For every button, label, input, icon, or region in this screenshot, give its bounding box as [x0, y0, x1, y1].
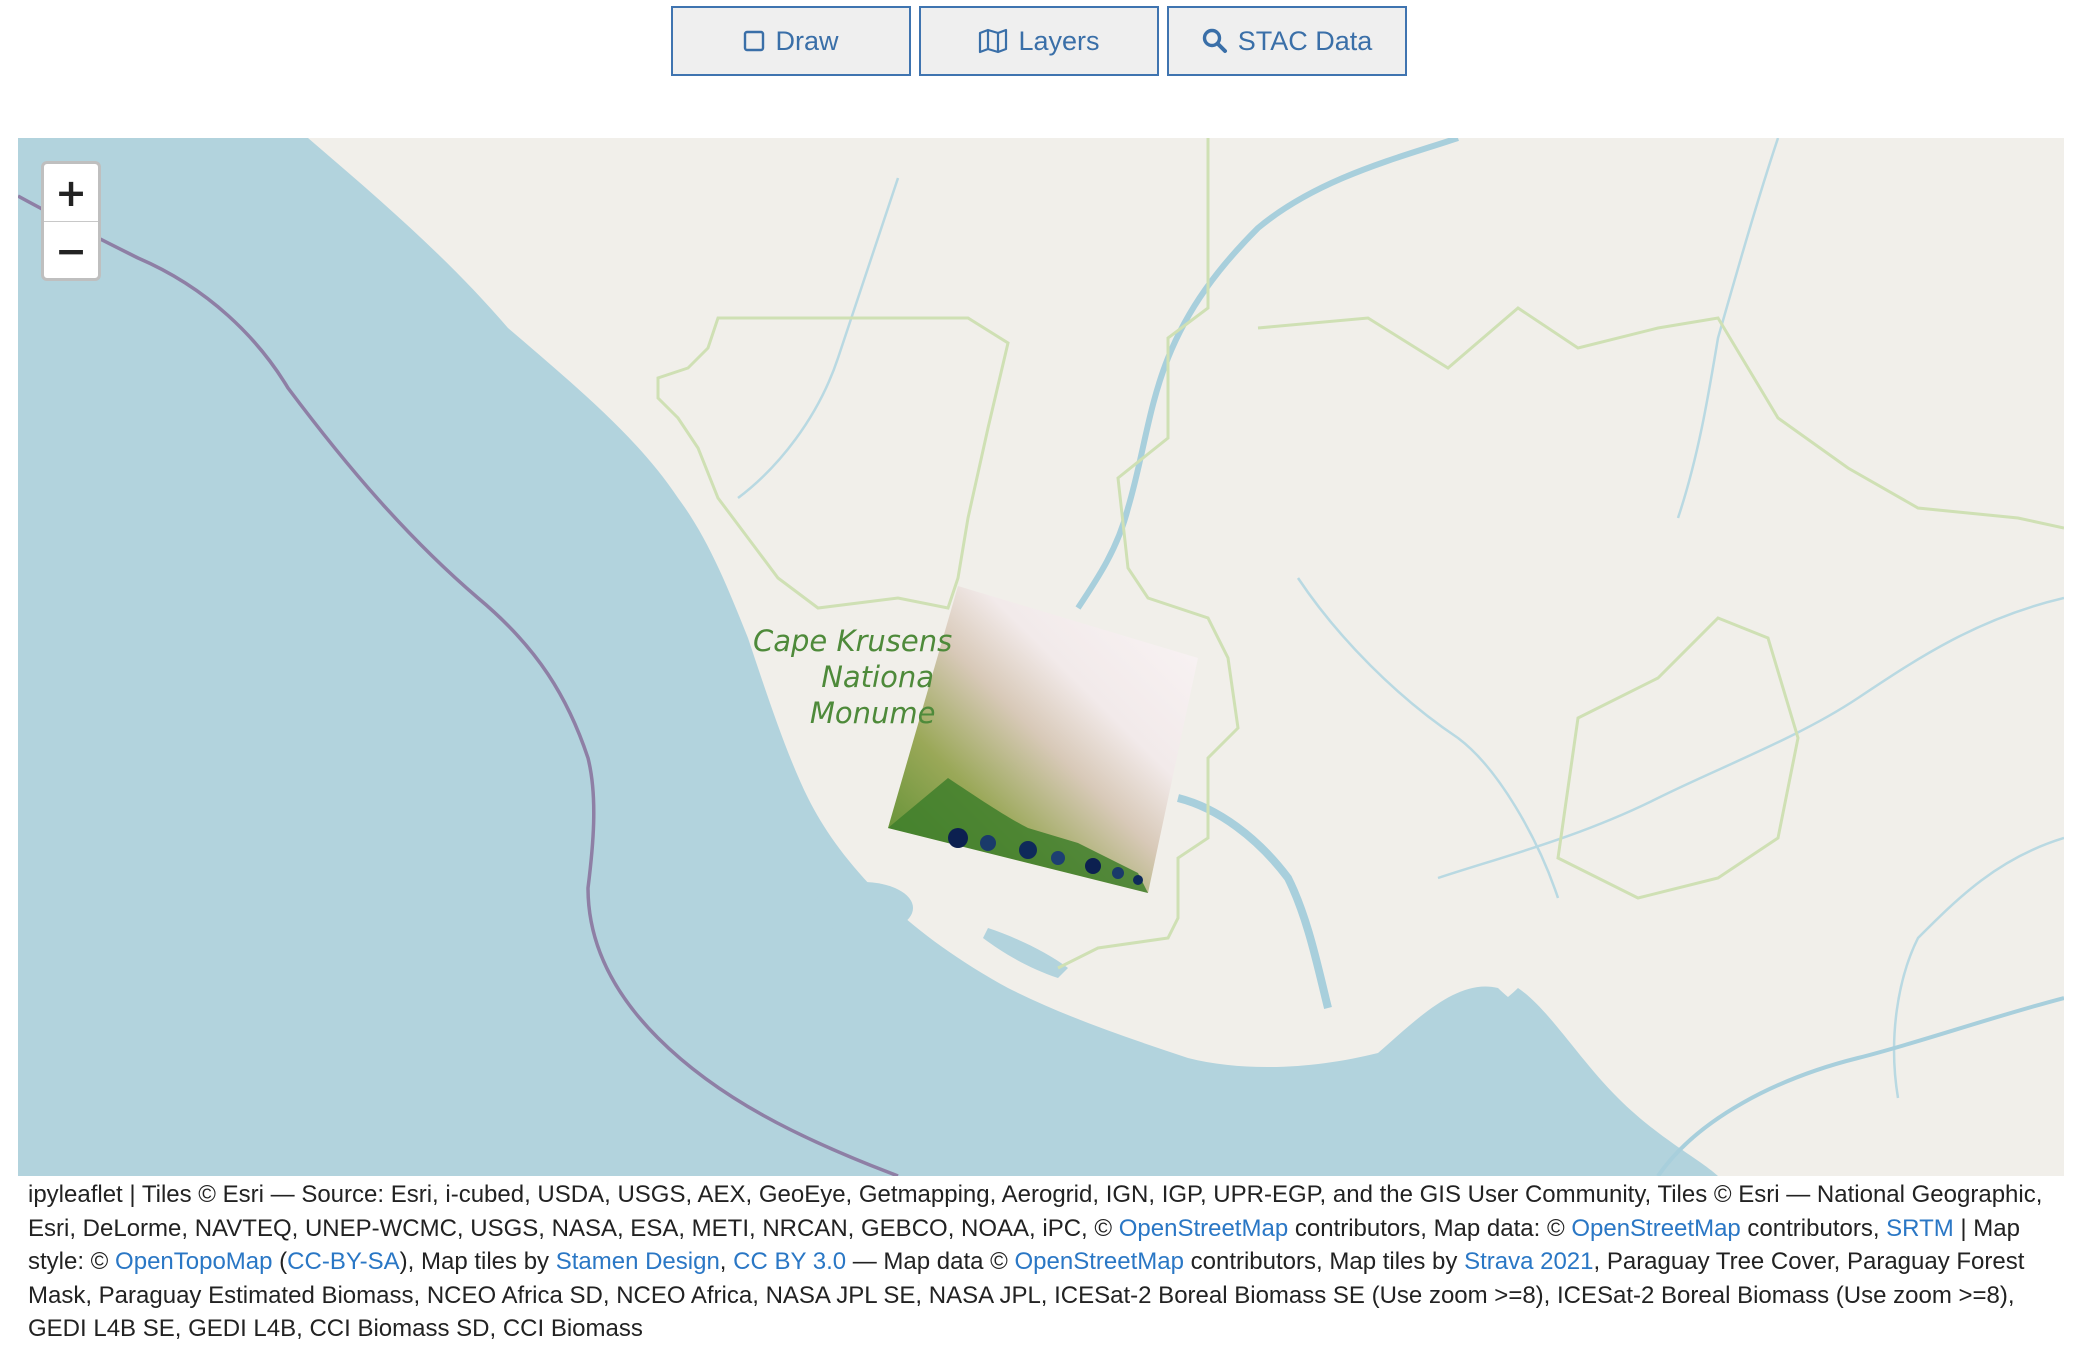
openstreetmap-link[interactable]: OpenStreetMap [1119, 1215, 1288, 1242]
stac-data-label: STAC Data [1237, 25, 1373, 56]
attribution-text: contributors, Map tiles by [1183, 1248, 1465, 1275]
search-icon [1202, 28, 1228, 54]
attribution-text: contributors, [1740, 1214, 1887, 1242]
attribution-text: — Map data © [846, 1248, 1015, 1275]
layers-label: Layers [1018, 25, 1100, 56]
openstreetmap-link[interactable]: OpenStreetMap [1571, 1215, 1740, 1242]
place-label-line2: Nationa [821, 660, 935, 694]
draw-label: Draw [775, 25, 839, 56]
zoom-in-button[interactable]: + [44, 164, 98, 222]
place-label-line1: Cape Krusens [753, 624, 953, 658]
map-attribution: ipyleaflet | Tiles © Esri — Source: Esri… [28, 1178, 2058, 1346]
river-main [1075, 138, 1459, 610]
cc-by-3-link[interactable]: CC BY 3.0 [733, 1248, 846, 1275]
lagoon-2 [983, 928, 1068, 978]
river-north [1676, 138, 1780, 519]
cc-by-sa-link[interactable]: CC-BY-SA [287, 1248, 399, 1275]
park-boundary-east [1556, 616, 1800, 900]
river-west [737, 177, 900, 499]
toolbar: Draw Layers STAC Data [671, 6, 1407, 76]
attribution-text: ), Map tiles by [399, 1248, 556, 1275]
stamen-design-link[interactable]: Stamen Design [556, 1248, 720, 1275]
map-icon [978, 28, 1008, 54]
draw-button[interactable]: Draw [671, 6, 911, 76]
river-far-east [1892, 836, 2064, 1099]
layers-button[interactable]: Layers [919, 6, 1159, 76]
attribution-text: ( [272, 1248, 288, 1275]
river-south-east [1656, 996, 2064, 1176]
attribution-text: contributors, Map data: © [1288, 1214, 1572, 1242]
zoom-control: + − [41, 161, 101, 281]
lagoon [813, 882, 913, 934]
place-label-line3: Monume [809, 696, 936, 730]
square-icon [743, 29, 765, 53]
zoom-out-button[interactable]: − [44, 222, 98, 278]
strava-link[interactable]: Strava 2021 [1464, 1248, 1593, 1275]
park-boundary-north [1257, 306, 2064, 530]
river-central [1296, 577, 1560, 899]
river-lower [1176, 794, 1332, 1009]
opentopomap-link[interactable]: OpenTopoMap [115, 1248, 272, 1275]
attribution-text: , [719, 1248, 734, 1275]
openstreetmap-link[interactable]: OpenStreetMap [1015, 1248, 1184, 1275]
basemap [18, 138, 2064, 1176]
place-label: Cape Krusens Nationa Monume [753, 623, 952, 731]
map-view[interactable]: Cape Krusens Nationa Monume + − [18, 138, 2064, 1176]
srtm-link[interactable]: SRTM [1886, 1215, 1954, 1242]
stac-data-button[interactable]: STAC Data [1167, 6, 1407, 76]
